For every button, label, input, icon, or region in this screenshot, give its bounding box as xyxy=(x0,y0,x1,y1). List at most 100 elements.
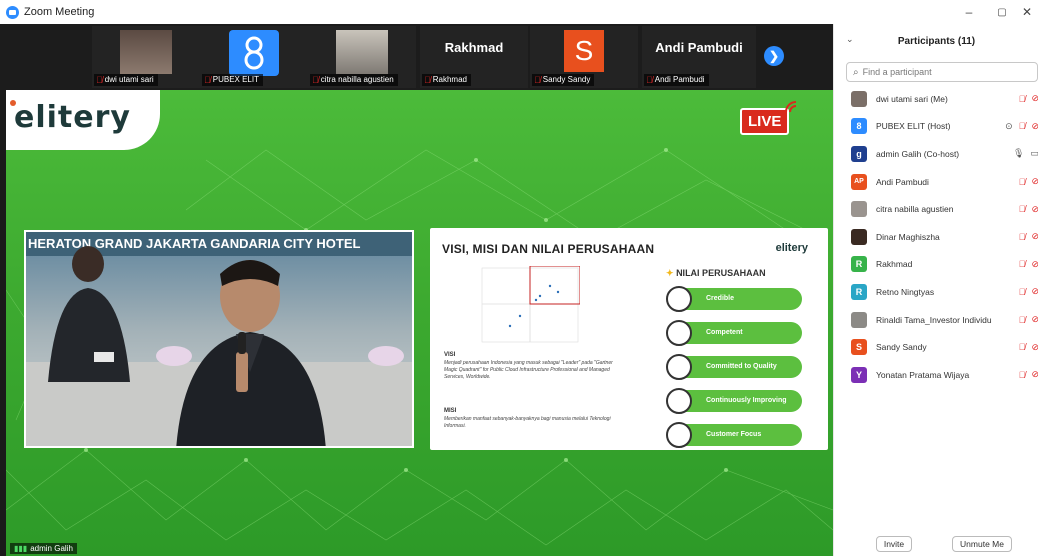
speaker-label: ▮▮▮ admin Galih xyxy=(10,543,77,554)
video-off-icon: ⊘ xyxy=(1031,93,1038,104)
shared-video: elitery LIVE HERATON GRAND JAKARTA GANDA… xyxy=(6,90,833,556)
signal-bars-icon: ▮▮▮ xyxy=(14,544,28,553)
participant-row[interactable]: dwi utami sari (Me) 🎙̸ ⊘ xyxy=(834,85,1038,113)
participant-row[interactable]: g admin Galih (Co-host) 🎙 ▭ xyxy=(834,140,1038,168)
video-area: 🎙̸ dwi utami sari 🎙̸ PUBEX ELIT 🎙̸ citra na… xyxy=(0,24,833,556)
participant-row[interactable]: AP Andi Pambudi 🎙̸ ⊘ xyxy=(834,168,1038,196)
mic-muted-icon: 🎙̸ xyxy=(204,75,211,85)
mic-muted-icon: 🎙̸ xyxy=(1018,176,1026,187)
slide-logo: elitery xyxy=(775,242,808,254)
unmute-me-button[interactable]: Unmute Me xyxy=(952,536,1012,552)
participant-list: dwi utami sari (Me) 🎙̸ ⊘ 8 PUBEX ELIT (Host)… xyxy=(834,85,1038,389)
mic-muted-icon: 🎙̸ xyxy=(96,75,103,85)
participant-row[interactable]: Y Yonatan Pratama Wijaya 🎙̸ ⊘ xyxy=(834,361,1038,389)
value-credible-icon xyxy=(666,286,692,312)
video-tile[interactable]: S 🎙̸ Sandy Sandy xyxy=(530,26,638,88)
participant-photo xyxy=(120,30,172,74)
participant-photo xyxy=(336,30,388,74)
participant-row[interactable]: S Sandy Sandy 🎙̸ ⊘ xyxy=(834,333,1038,361)
panel-title: Participants (11) xyxy=(897,35,976,47)
close-button[interactable]: ✕ xyxy=(1016,0,1038,24)
values-heading: ✦ NILAI PERUSAHAAN xyxy=(666,268,766,278)
tile-label: 🎙̸ citra nabilla agustien xyxy=(310,74,398,86)
participant-status: 🎙̸ ⊘ xyxy=(1019,369,1038,380)
avatar: AP xyxy=(851,173,867,190)
camera-feed: HERATON GRAND JAKARTA GANDARIA CITY HOTE… xyxy=(24,230,414,448)
participant-name: Rakhmad xyxy=(876,259,913,270)
participant-row[interactable]: R Retno Ningtyas 🎙̸ ⊘ xyxy=(834,278,1038,306)
video-off-icon: ⊘ xyxy=(1031,314,1038,325)
avatar xyxy=(851,311,867,328)
participant-row[interactable]: 8 PUBEX ELIT (Host) ⊙ 🎙̸ ⊘ xyxy=(834,113,1038,141)
participant-name: Dinar Maghiszha xyxy=(876,231,940,242)
participant-status: 🎙̸ ⊘ xyxy=(1019,286,1038,297)
value-improving-icon xyxy=(666,388,692,414)
video-tile[interactable]: 🎙̸ PUBEX ELIT xyxy=(200,26,308,88)
maximize-button[interactable]: ▢ xyxy=(985,0,1019,24)
participant-row[interactable]: R Rakhmad 🎙̸ ⊘ xyxy=(834,251,1038,279)
magic-quadrant-chart xyxy=(481,266,580,343)
participant-row[interactable]: Rinaldi Tama_Investor Individu 🎙̸ ⊘ xyxy=(834,306,1038,334)
search-icon: ⌕ xyxy=(853,66,859,78)
video-off-icon: ⊘ xyxy=(1031,203,1038,214)
visi-heading: VISI xyxy=(444,352,456,358)
participant-status: 🎙̸ ⊘ xyxy=(1019,204,1038,215)
video-off-icon: ⊘ xyxy=(1031,258,1038,269)
participant-name: Retno Ningtyas xyxy=(876,286,935,297)
elitery-logo: elitery xyxy=(14,100,131,135)
broadcast-icon xyxy=(785,101,797,113)
tile-label: 🎙̸ Andi Pambudi xyxy=(644,74,709,86)
participant-name: Yonatan Pratama Wijaya xyxy=(876,369,970,380)
misi-heading: MISI xyxy=(444,408,457,414)
participant-name: admin Galih (Co-host) xyxy=(876,148,960,159)
chevron-right-icon: ❯ xyxy=(768,49,780,63)
video-tile[interactable]: Andi Pambudi 🎙̸ Andi Pambudi xyxy=(642,26,756,88)
participant-status: 🎙̸ ⊘ xyxy=(1019,259,1038,270)
avatar: R xyxy=(851,283,867,300)
minimize-button[interactable]: – xyxy=(952,0,986,24)
participants-panel: ⌄ Participants (11) ⌕ dwi utami sari (Me… xyxy=(833,24,1038,556)
tile-label: 🎙̸ dwi utami sari xyxy=(94,74,158,86)
participant-strip: 🎙̸ dwi utami sari 🎙̸ PUBEX ELIT 🎙̸ citra na… xyxy=(0,24,833,90)
avatar xyxy=(851,90,867,107)
mic-muted-icon: 🎙̸ xyxy=(1018,286,1026,297)
video-off-icon: ⊘ xyxy=(1031,286,1038,297)
tile-name-text: Andi Pambudi xyxy=(655,40,743,55)
visi-text: Menjadi perusahaan Indonesia yang masuk … xyxy=(444,360,613,380)
tile-label: 🎙̸ Rakhmad xyxy=(422,74,471,86)
value-customer-icon xyxy=(666,422,692,448)
video-off-icon: ⊘ xyxy=(1031,341,1038,352)
participant-status: 🎙̸ ⊘ xyxy=(1019,176,1038,187)
video-tile[interactable]: 🎙̸ citra nabilla agustien xyxy=(308,26,416,88)
search-input[interactable] xyxy=(862,67,1023,77)
next-page-button[interactable]: ❯ xyxy=(764,46,784,66)
invite-button[interactable]: Invite xyxy=(876,536,912,552)
mic-muted-icon: 🎙̸ xyxy=(424,75,431,85)
video-tile[interactable]: Rakhmad 🎙̸ Rakhmad xyxy=(420,26,528,88)
participant-name: Andi Pambudi xyxy=(876,176,929,187)
avatar: 8 xyxy=(851,118,867,135)
participant-status: 🎙̸ ⊘ xyxy=(1019,314,1038,325)
participant-status: 🎙̸ ⊘ xyxy=(1019,231,1038,242)
mic-muted-icon: 🎙̸ xyxy=(1018,231,1026,242)
participant-status: ⊙ 🎙̸ ⊘ xyxy=(1005,121,1038,132)
star-icon: ✦ xyxy=(666,268,674,278)
mic-icon: 🎙 xyxy=(1013,148,1025,159)
tile-name-text: Rakhmad xyxy=(444,40,504,55)
letter-avatar: S xyxy=(564,30,604,72)
slide-title: VISI, MISI DAN NILAI PERUSAHAAN xyxy=(442,242,655,256)
avatar: R xyxy=(851,256,867,273)
presentation-slide: VISI, MISI DAN NILAI PERUSAHAAN elitery … xyxy=(430,228,828,450)
value-competent-icon xyxy=(666,320,692,346)
video-off-icon: ⊘ xyxy=(1031,369,1038,380)
participant-row[interactable]: Dinar Maghiszha 🎙̸ ⊘ xyxy=(834,223,1038,251)
mic-muted-icon: 🎙̸ xyxy=(312,75,319,85)
participant-name: PUBEX ELIT (Host) xyxy=(876,121,951,132)
window-title: Zoom Meeting xyxy=(24,6,95,18)
participant-search[interactable]: ⌕ xyxy=(846,62,1038,82)
video-off-icon: ⊘ xyxy=(1031,231,1038,242)
participant-row[interactable]: citra nabilla agustien 🎙̸ ⊘ xyxy=(834,195,1038,223)
collapse-chevron-icon[interactable]: ⌄ xyxy=(846,34,854,45)
speaker-figures xyxy=(26,246,412,446)
video-tile[interactable]: 🎙̸ dwi utami sari xyxy=(92,26,200,88)
